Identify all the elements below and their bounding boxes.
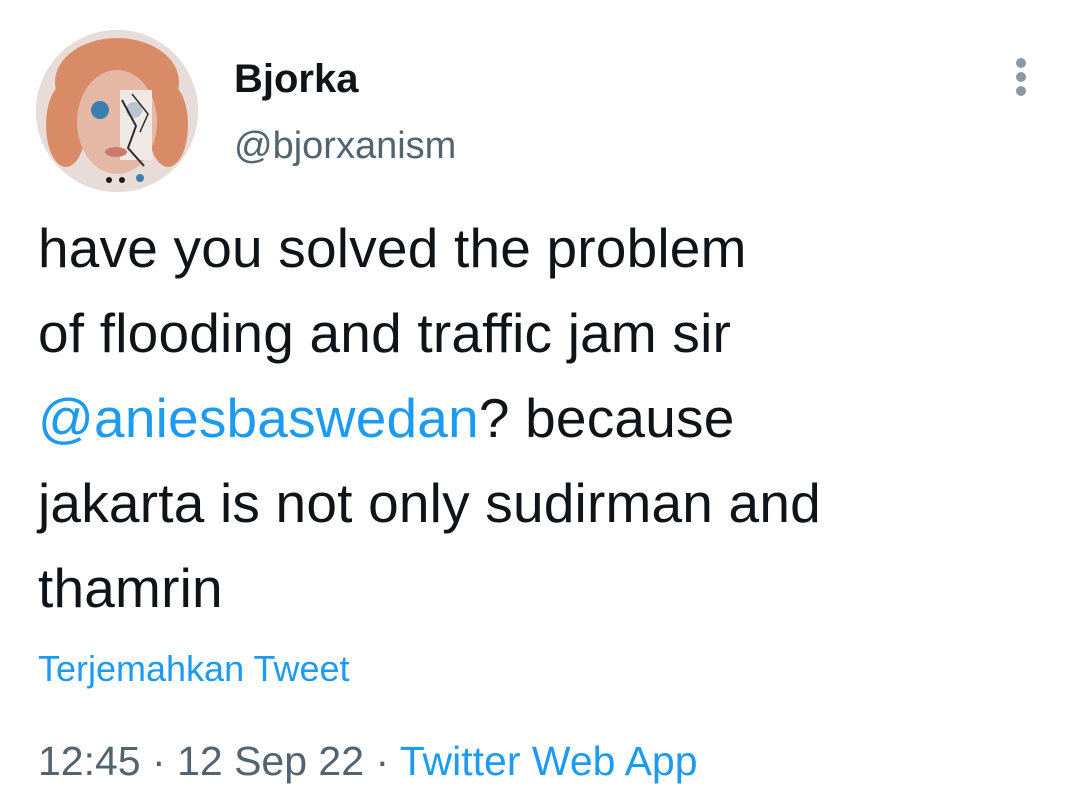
tweet-text-line: jakarta is not only sudirman and — [38, 472, 821, 534]
tweet-source-link[interactable]: Twitter Web App — [400, 738, 698, 784]
author-display-name[interactable]: Bjorka — [234, 56, 359, 102]
tweet-text: have you solved the problem of flooding … — [38, 206, 1048, 631]
menu-dot — [1016, 58, 1026, 68]
author-handle[interactable]: @bjorxanism — [234, 124, 456, 168]
tweet-text-line: thamrin — [38, 557, 223, 619]
meta-separator: · — [375, 738, 390, 784]
avatar-image — [36, 30, 198, 192]
menu-dot — [1016, 72, 1026, 82]
tweet-text-line: of flooding and traffic jam sir — [38, 302, 732, 364]
menu-dot — [1016, 86, 1026, 96]
translate-tweet-link[interactable]: Terjemahkan Tweet — [38, 648, 350, 690]
tweet-metadata: 12:45 · 12 Sep 22 · Twitter Web App — [38, 736, 698, 786]
tweet-text-line: @aniesbaswedan? because — [38, 376, 1048, 461]
tweet-text-fragment: ? because — [478, 387, 735, 449]
tweet-text-line: have you solved the problem — [38, 217, 747, 279]
meta-separator: · — [152, 738, 166, 784]
tweet-date[interactable]: 12 Sep 22 — [177, 738, 364, 784]
tweet-time[interactable]: 12:45 — [38, 738, 141, 784]
more-options-icon[interactable] — [1000, 52, 1044, 102]
tweet-card: Bjorka @bjorxanism have you solved the p… — [0, 0, 1080, 808]
author-avatar[interactable] — [36, 30, 198, 192]
mention-link[interactable]: @aniesbaswedan — [38, 387, 479, 449]
